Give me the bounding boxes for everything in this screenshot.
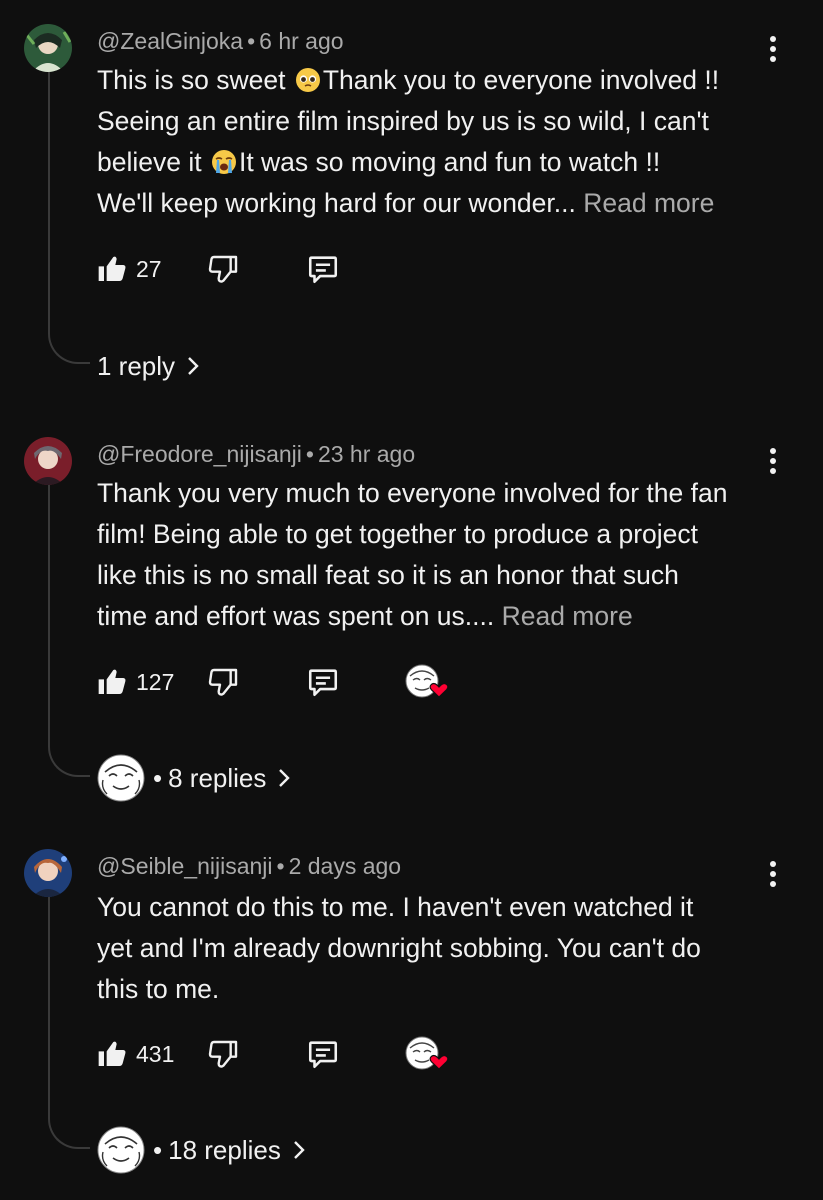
reply-comment-icon — [308, 669, 338, 697]
reply-button[interactable] — [306, 1034, 340, 1074]
thread-line — [48, 485, 90, 777]
like-button[interactable]: 431 — [96, 1034, 174, 1074]
reply-comment-icon — [308, 256, 338, 284]
like-count: 127 — [136, 668, 175, 695]
creator-avatar — [97, 1126, 145, 1174]
dislike-button[interactable] — [208, 662, 240, 702]
thread-line — [48, 72, 90, 364]
thumbs-down-icon — [208, 255, 238, 283]
view-replies-button[interactable]: • 18 replies — [97, 1124, 307, 1176]
view-replies-button[interactable]: • 8 replies — [97, 752, 292, 804]
loudly-crying-face-emoji-icon — [211, 150, 236, 174]
like-button[interactable]: 27 — [96, 249, 162, 289]
dislike-button[interactable] — [208, 249, 240, 289]
reply-button[interactable] — [306, 249, 340, 289]
author-name[interactable]: @ZealGinjoka — [97, 28, 243, 54]
comment-meta: @Freodore_nijisanji • 23 hr ago — [97, 441, 416, 467]
reply-button[interactable] — [306, 662, 340, 702]
dislike-button[interactable] — [208, 1034, 240, 1074]
like-button[interactable]: 127 — [96, 662, 174, 702]
avatar[interactable] — [24, 24, 72, 72]
author-name[interactable]: @Seible_nijisanji — [97, 853, 273, 879]
view-replies-button[interactable]: 1 reply — [97, 346, 201, 386]
comment-meta: @Seible_nijisanji • 2 days ago — [97, 853, 402, 879]
comment-text: Thank you very much to everyone involved… — [97, 478, 728, 631]
like-count: 431 — [136, 1040, 175, 1067]
avatar[interactable] — [24, 849, 72, 897]
thumbs-down-icon — [208, 1040, 238, 1068]
thread-line — [48, 897, 90, 1149]
replies-count: 18 replies — [168, 1134, 281, 1165]
chevron-right-icon — [188, 357, 199, 375]
timestamp: 2 days ago — [288, 853, 402, 879]
replies-count: 1 reply — [97, 350, 176, 381]
avatar[interactable] — [24, 437, 72, 485]
creator-avatar — [97, 754, 145, 802]
creator-heart-icon — [405, 664, 449, 698]
like-count: 27 — [136, 255, 162, 282]
timestamp: 23 hr ago — [317, 441, 416, 467]
comment-text: This is so sweet Thank you to everyone i… — [97, 65, 720, 218]
comment-meta: @ZealGinjoka • 6 hr ago — [97, 28, 344, 54]
thumbs-up-icon — [98, 1041, 126, 1066]
comment-text: You cannot do this to me. I haven't even… — [97, 892, 701, 1004]
read-more-link[interactable]: Read more — [502, 601, 633, 631]
creator-heart-icon — [405, 1036, 449, 1070]
replies-count: 8 replies — [168, 762, 267, 793]
read-more-link[interactable]: Read more — [583, 188, 714, 218]
reply-comment-icon — [308, 1041, 338, 1069]
timestamp: 6 hr ago — [259, 28, 344, 54]
thumbs-up-icon — [98, 256, 126, 281]
thumbs-up-icon — [98, 669, 126, 694]
chevron-right-icon — [279, 769, 291, 787]
author-name[interactable]: @Freodore_nijisanji — [97, 441, 302, 467]
chevron-right-icon — [293, 1141, 305, 1159]
thumbs-down-icon — [208, 668, 238, 696]
pleading-face-emoji-icon — [295, 68, 320, 92]
